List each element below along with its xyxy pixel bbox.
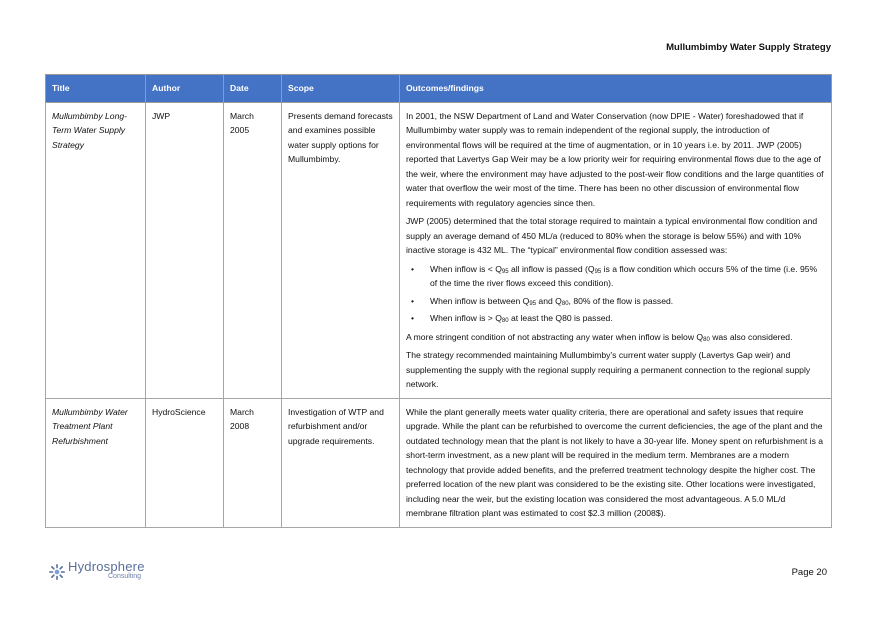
bullet-dot-icon: • xyxy=(411,313,415,323)
row-title-cell: Mullumbimby Long-Term Water Supply Strat… xyxy=(45,101,146,399)
table-header-row: Title Author Date Scope Outcomes/finding… xyxy=(45,74,832,103)
table-row: Mullumbimby Water Treatment Plant Refurb… xyxy=(45,397,832,528)
outcomes-paragraph: While the plant generally meets water qu… xyxy=(406,406,824,519)
hydrosphere-sun-logo-icon xyxy=(48,563,66,581)
literature-review-table-container: Title Author Date Scope Outcomes/finding… xyxy=(45,74,832,528)
row-author-cell: HydroScience xyxy=(145,397,224,528)
outcomes-paragraph: The strategy recommended maintaining Mul… xyxy=(406,350,811,389)
row-author-cell: JWP xyxy=(145,101,224,399)
bullet-dot-icon: • xyxy=(411,295,415,306)
logo-subtitle: Consulting xyxy=(108,573,142,580)
row-outcomes-cell: In 2001, the NSW Department of Land and … xyxy=(399,101,832,399)
column-header-scope: Scope xyxy=(281,74,400,103)
column-header-title: Title xyxy=(45,74,146,103)
row-title-cell: Mullumbimby Water Treatment Plant Refurb… xyxy=(45,397,146,528)
hydrosphere-logo: Hydrosphere Consulting xyxy=(48,559,145,582)
outcomes-paragraph: A more stringent condition of not abstra… xyxy=(406,331,793,343)
list-item: • When inflow is > Q80 at least the Q80 … xyxy=(411,313,613,324)
document-header-title: Mullumbimby Water Supply Strategy xyxy=(666,42,831,53)
list-item: • When inflow is < Q95 all inflow is pas… xyxy=(411,263,818,289)
literature-review-table: Title Author Date Scope Outcomes/finding… xyxy=(45,74,832,528)
column-header-outcomes: Outcomes/findings xyxy=(399,74,832,103)
column-header-author: Author xyxy=(145,74,224,103)
environmental-flow-conditions-list: • When inflow is < Q95 all inflow is pas… xyxy=(406,262,825,326)
bullet-dot-icon: • xyxy=(411,263,415,274)
row-scope-cell: Investigation of WTP and refurbishment a… xyxy=(281,397,400,528)
row-outcomes-cell: While the plant generally meets water qu… xyxy=(399,397,832,528)
row-date-cell: March 2008 xyxy=(223,397,282,528)
table-row: Mullumbimby Long-Term Water Supply Strat… xyxy=(45,101,832,399)
logo-wordmark: Hydrosphere xyxy=(68,559,145,574)
row-date-cell: March 2005 xyxy=(223,101,282,399)
outcomes-paragraph: JWP (2005) determined that the total sto… xyxy=(406,216,818,255)
page-number: Page 20 xyxy=(791,567,827,578)
outcomes-paragraph: In 2001, the NSW Department of Land and … xyxy=(406,110,824,208)
list-item: • When inflow is between Q95 and Q80, 80… xyxy=(411,295,674,307)
column-header-date: Date xyxy=(223,74,282,103)
row-scope-cell: Presents demand forecasts and examines p… xyxy=(281,101,400,399)
